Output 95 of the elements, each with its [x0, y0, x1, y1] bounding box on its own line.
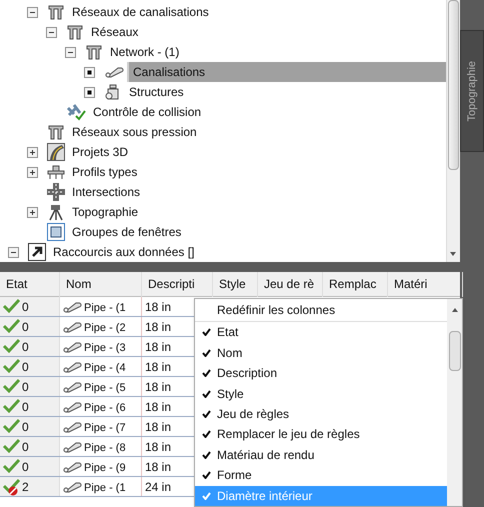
status-count: 0 [22, 398, 29, 416]
expand-toggle[interactable] [27, 166, 38, 178]
pipe-network-icon [85, 43, 103, 61]
tree-item[interactable]: Raccourcis aux données [] [49, 242, 194, 262]
tree-item[interactable]: Contrôle de collision [89, 102, 202, 122]
pipe-icon [62, 420, 82, 432]
pipe-network-icon [47, 3, 65, 21]
menu-item[interactable]: Style [195, 383, 447, 404]
pipe-name: Pipe - (5 [84, 380, 126, 396]
menu-item[interactable]: Remplacer le jeu de règles [195, 424, 447, 445]
table-cell-text: 18 in [144, 458, 172, 476]
tree-item[interactable]: Réseaux [87, 22, 138, 42]
pipe-icon [62, 460, 82, 472]
pipe-name: Pipe - (1 [84, 300, 126, 316]
status-count: 0 [22, 378, 29, 396]
scroll-down-icon[interactable] [447, 250, 459, 258]
table-cell-text: 18 in [144, 438, 172, 456]
intersection-icon [47, 183, 65, 201]
menu-item[interactable]: Forme [195, 465, 447, 486]
pipe-icon [62, 320, 82, 332]
menu-item[interactable]: Etat [195, 322, 447, 342]
table-cell-text: 18 in [144, 298, 172, 316]
column-header[interactable]: Matéri [388, 272, 463, 297]
menu-item[interactable]: Matériau de rendu [195, 444, 447, 466]
collapse-toggle[interactable] [46, 26, 57, 38]
pipe-name: Pipe - (4 [84, 360, 126, 376]
menu-item[interactable]: Nom [195, 342, 447, 363]
cross-section-icon [47, 163, 65, 181]
pipe-name: Pipe - (9 [84, 460, 126, 476]
road-icon [47, 143, 65, 161]
scroll-thumb[interactable] [448, 0, 459, 170]
pipe-name: Pipe - (1 [84, 480, 126, 496]
status-count: 0 [22, 418, 29, 436]
pipe-icon [104, 66, 124, 78]
pipe-name: Pipe - (8 [84, 440, 126, 456]
collapse-toggle[interactable] [27, 6, 38, 18]
tree-item[interactable]: Groupes de fenêtres [68, 222, 182, 242]
menu-item[interactable]: Jeu de règles [195, 404, 447, 424]
status-count: 0 [22, 338, 29, 356]
pipe-icon [62, 440, 82, 452]
pipe-icon [62, 380, 82, 392]
column-header[interactable]: Jeu de rè [258, 272, 323, 297]
table-cell-text: 18 in [144, 358, 172, 376]
status-count: 0 [22, 298, 29, 316]
tree-item[interactable]: Profils types [68, 162, 138, 182]
table-cell-text: 18 in [144, 398, 172, 416]
collision-check-icon [66, 103, 86, 121]
scroll-thumb[interactable] [448, 331, 460, 371]
pipe-icon [62, 400, 82, 412]
pipe-name: Pipe - (6 [84, 400, 126, 416]
pipe-name: Pipe - (3 [84, 340, 126, 356]
pipe-name: Pipe - (2 [84, 320, 126, 336]
survey-instrument-icon [47, 203, 65, 221]
tree-item[interactable]: Canalisations [127, 62, 446, 82]
side-tab[interactable]: Topographie [460, 30, 484, 152]
status-count: 0 [22, 358, 29, 376]
table-cell-text: 18 in [144, 318, 172, 336]
status-count: 0 [22, 318, 29, 336]
column-header[interactable]: Remplac [323, 272, 388, 297]
column-header[interactable]: Nom [60, 272, 142, 297]
pipe-icon [62, 360, 82, 372]
scroll-up-icon[interactable] [450, 307, 458, 313]
status-count: 2 [22, 478, 29, 496]
table-cell-text: 18 in [144, 418, 172, 436]
view-frame-icon [47, 223, 65, 241]
pipe-icon [62, 340, 82, 352]
tree-item[interactable]: Réseaux de canalisations [68, 2, 209, 22]
collapse-toggle[interactable] [65, 46, 76, 58]
tree-item[interactable]: Network - (1) [106, 42, 180, 62]
tree-item[interactable]: Topographie [68, 202, 138, 222]
menu-item[interactable]: Description [195, 362, 447, 384]
collapse-toggle[interactable] [8, 246, 19, 258]
tree-item[interactable]: Réseaux sous pression [68, 122, 197, 142]
pipe-icon [62, 480, 82, 492]
node-toggle[interactable] [84, 66, 95, 78]
tree-item[interactable]: Structures [125, 82, 184, 102]
table-cell-text: 24 in [144, 478, 172, 496]
table-cell-text: 18 in [144, 338, 172, 356]
status-count: 0 [22, 458, 29, 476]
column-header[interactable]: Style [213, 272, 258, 297]
tree-item[interactable]: Intersections [68, 182, 140, 202]
pipe-network-icon [47, 123, 65, 141]
expand-toggle[interactable] [27, 206, 38, 218]
column-header[interactable]: Descripti [142, 272, 213, 297]
pipe-icon [62, 300, 82, 312]
pipe-name: Pipe - (7 [84, 420, 126, 436]
pipe-network-icon [66, 23, 84, 41]
expand-toggle[interactable] [27, 146, 38, 158]
node-toggle[interactable] [84, 86, 95, 98]
scrollbar[interactable] [446, 0, 460, 262]
tree-item[interactable]: Projets 3D [68, 142, 128, 162]
scrollbar[interactable] [447, 299, 462, 506]
menu-item[interactable]: Redéfinir les colonnes [195, 299, 447, 322]
table-cell-text: 18 in [144, 378, 172, 396]
status-count: 0 [22, 438, 29, 456]
